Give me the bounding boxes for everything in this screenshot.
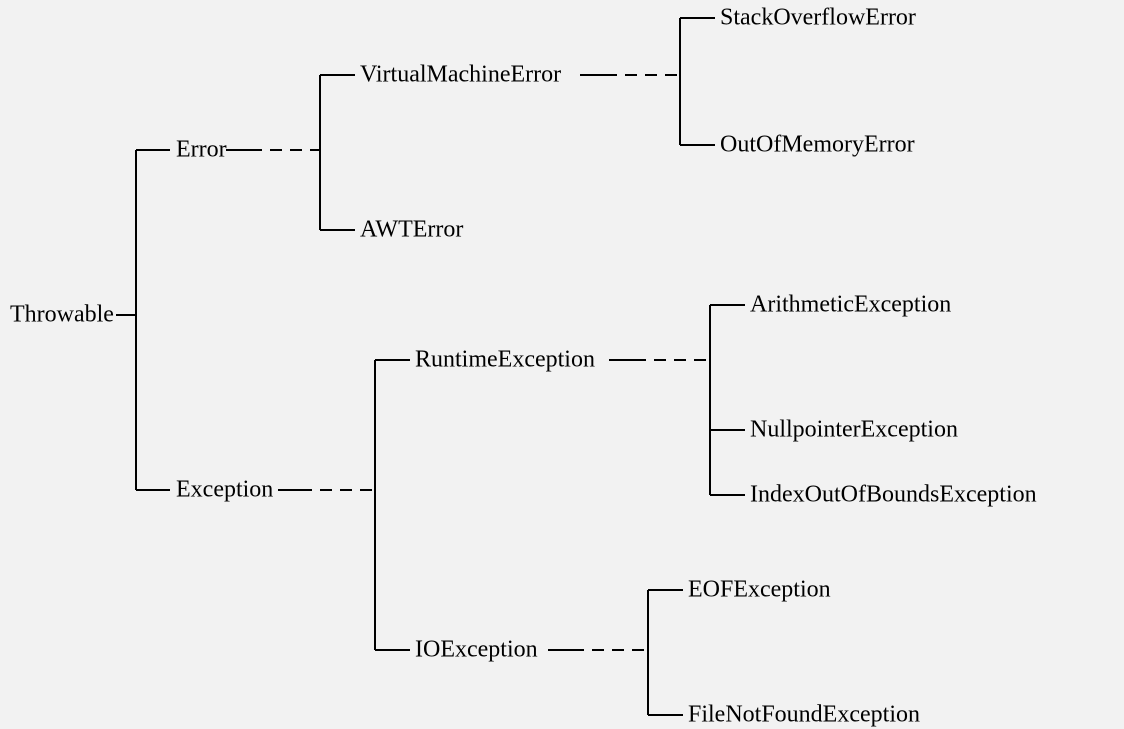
node-eofexception: EOFException	[688, 577, 831, 604]
node-ioexception: IOException	[415, 637, 538, 664]
node-throwable: Throwable	[10, 302, 114, 329]
node-runtimeexception: RuntimeException	[415, 347, 595, 374]
node-arithmeticexception: ArithmeticException	[750, 292, 951, 319]
node-filenotfoundexception: FileNotFoundException	[688, 702, 920, 729]
node-awterror: AWTError	[360, 217, 463, 244]
hierarchy-diagram: Throwable Error VirtualMachineError AWTE…	[0, 0, 1124, 726]
node-nullpointerexception: NullpointerException	[750, 417, 958, 444]
node-outofmemoryerror: OutOfMemoryError	[720, 132, 915, 159]
node-virtualmachineerror: VirtualMachineError	[360, 62, 561, 89]
node-indexoutofboundsexception: IndexOutOfBoundsException	[750, 482, 1037, 509]
node-exception: Exception	[176, 477, 273, 504]
node-stackoverflowerror: StackOverflowError	[720, 5, 916, 32]
node-error: Error	[176, 137, 227, 164]
